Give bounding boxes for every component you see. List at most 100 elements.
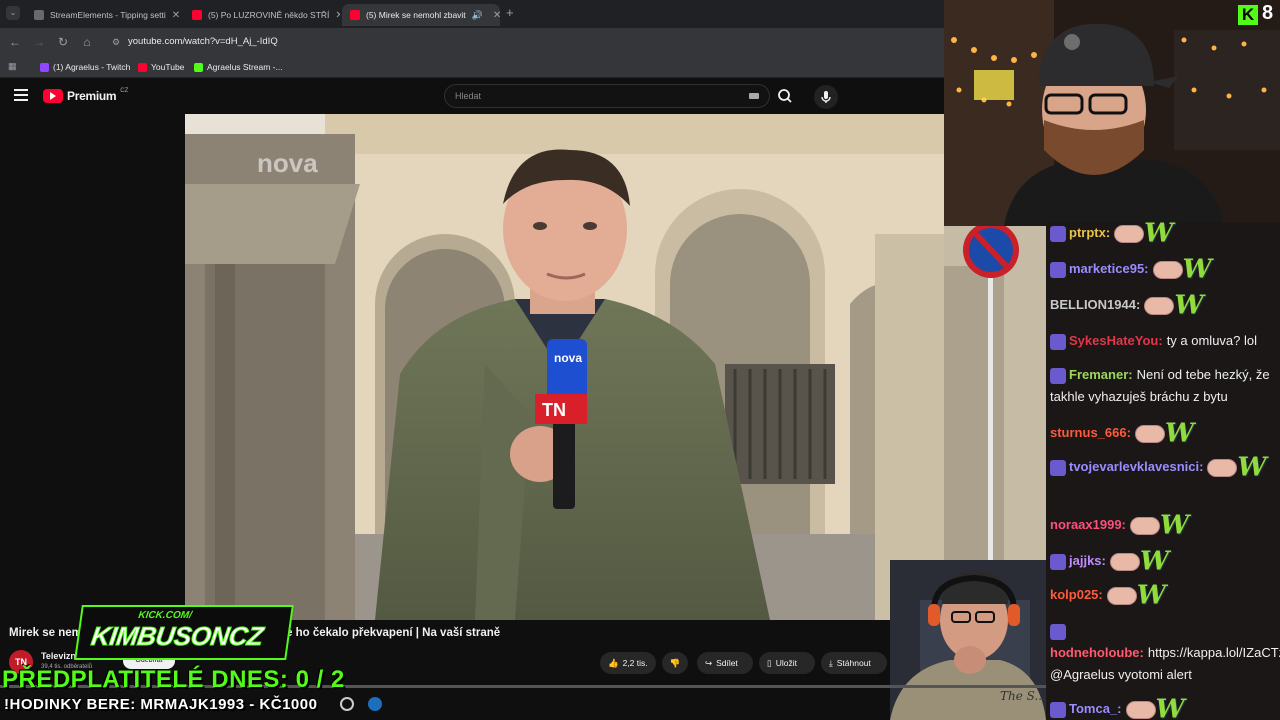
tab-title: (5) Po LUZROVINĚ někdo STŘÍ [208,10,330,20]
bookmark-label: (1) Agraelus - Twitch [53,62,131,72]
bookmark-item[interactable]: (1) Agraelus - Twitch [40,60,130,74]
menu-icon[interactable] [14,89,28,101]
chat-message: Tomca_: W [1050,697,1276,720]
chat-username[interactable]: hodneholoube: [1050,645,1144,660]
chat-text: ty a omluva? lol [1166,333,1258,348]
channel-name[interactable]: Televizní [41,651,78,661]
bookmark-item[interactable]: Agraelus Stream -... [194,60,283,74]
chat-badge-icon [1050,623,1066,640]
chat-message: kolp025: W [1050,583,1276,609]
emote-face-icon [1106,586,1137,605]
share-label: Sdílet [716,658,738,668]
bookmark-label: YouTube [151,62,185,72]
chat-message: BELLION1944: W [1050,293,1276,319]
chat-username[interactable]: tvojevarlevklavesnici: [1069,459,1203,474]
search-input[interactable]: Hledat [444,84,770,108]
chat-username[interactable]: Tomca_: [1069,701,1122,716]
microphone-icon[interactable] [814,85,838,109]
youtube-play-icon [43,89,63,103]
keyboard-icon[interactable] [749,93,759,99]
emote-face-icon [1129,516,1160,535]
video-title-continued: é ho čekalo překvapení | Na vaší straně [286,627,501,639]
new-tab-icon[interactable]: + [506,6,520,20]
taskbar-icon[interactable] [340,697,354,711]
download-button[interactable]: ⤓ Stáhnout [821,652,887,674]
thumbs-up-icon: 👍 [608,657,619,668]
chat-username[interactable]: SykesHateYou: [1069,333,1163,348]
browser-tab-active[interactable]: (5) Mirek se nemohl zbavit 🔊 ✕ [342,4,500,26]
video-title: Mirek se nem [9,627,82,639]
viewer-count: 8 [1262,2,1274,24]
close-icon[interactable]: ✕ [335,10,340,21]
like-count: 2,2 tis. [622,658,648,668]
home-icon[interactable]: ⌂ [79,34,95,50]
chat-username[interactable]: BELLION1944: [1050,297,1140,312]
bookmarks-bar: ▦ (1) Agraelus - Twitch YouTube Agraelus… [0,56,944,78]
browser-tab[interactable]: StreamElements - Tipping setti ✕ [26,4,182,26]
steam-icon[interactable] [368,697,382,711]
watch-giveaway-line: !HODINKY BERE: MRMAJK1993 - KČ1000 [4,696,318,713]
search-icon[interactable] [776,86,794,106]
forward-icon[interactable]: → [31,34,47,50]
url-text: youtube.com/watch?v=dH_Aj_-IdIQ [128,36,278,47]
chat-message: hodneholoube: https://kappa.lol/IZaCTz @A… [1050,620,1280,686]
browser-tab[interactable]: (5) Po LUZROVINĚ někdo STŘÍ ✕ [184,4,340,26]
bookmark-item[interactable]: YouTube [138,60,184,74]
thumbs-down-icon: 👎 [669,657,681,668]
close-icon[interactable]: ✕ [172,10,180,21]
emote-face-icon [1144,296,1175,315]
tab-favicon [34,10,44,20]
address-bar[interactable]: ⚙ youtube.com/watch?v=dH_Aj_-IdIQ [108,31,928,53]
chat-message: Fremaner: Není od tebe hezký, že takhle v… [1050,364,1276,408]
save-label: Uložit [775,658,797,668]
emote-face-icon [1109,552,1140,571]
chat-username[interactable]: ptrptx: [1069,225,1110,240]
download-icon: ⤓ [829,657,833,668]
twitch-icon [40,62,49,72]
speaker-icon[interactable]: 🔊 [472,10,483,21]
emote-w-icon: W [1139,546,1170,577]
chat-message: ptrptx: W [1050,222,1276,247]
chat-username[interactable]: kolp025: [1050,587,1103,602]
back-icon[interactable]: ← [7,34,23,50]
save-button[interactable]: ▯ Uložit [759,652,815,674]
chat-message: marketice95: W [1050,257,1276,283]
site-info-icon[interactable]: ⚙ [112,31,120,53]
chat-username[interactable]: noraax1999: [1050,517,1126,532]
video-watermark: nova [257,148,318,178]
chat-badge-icon [1050,333,1066,350]
youtube-logo[interactable]: Premium CZ [43,88,129,103]
tab-list-dropdown-icon[interactable]: ⌄ [6,6,20,20]
share-button[interactable]: ↪ Sdílet [697,652,753,674]
webcam-overlay: K 8 [944,0,1280,226]
chat-badge-icon [1050,261,1066,278]
emote-w-icon: W [1174,290,1204,321]
chat-message: tvojevarlevklavesnici: W [1050,455,1276,481]
reload-icon[interactable]: ↻ [55,34,71,50]
youtube-favicon [350,10,360,20]
svg-text:The S...: The S... [1000,689,1046,703]
close-icon[interactable]: ✕ [493,10,500,21]
kick-logo: K [1238,5,1258,25]
chat-username[interactable]: marketice95: [1069,261,1149,276]
like-button[interactable]: 👍 2,2 tis. [600,652,656,674]
chat-message: SykesHateYou: ty a omluva? lol [1050,330,1276,352]
emote-w-icon: W [1144,222,1174,249]
dislike-button[interactable]: 👎 [662,652,688,674]
download-label: Stáhnout [836,658,871,668]
apps-grid-icon[interactable]: ▦ [8,61,18,71]
tab-title: StreamElements - Tipping setti [50,10,166,20]
kick-icon [194,62,203,72]
emote-face-icon [1125,700,1156,719]
brand-region: CZ [120,88,129,94]
chat-panel: ptrptx: Wmarketice95: W BELLION1944: W SykesH… [1046,222,1280,720]
chat-badge-icon [1050,459,1066,476]
search-placeholder: Hledat [455,91,482,101]
video-player[interactable]: nova nova TN [185,114,945,620]
emote-w-icon: W [1136,580,1166,611]
chat-username[interactable]: Fremaner: [1069,367,1133,382]
emote-w-icon: W [1182,254,1212,285]
chat-username[interactable]: jajjks: [1069,553,1106,568]
chat-username[interactable]: sturnus_666: [1050,425,1131,440]
chat-message: noraax1999: W [1050,513,1276,539]
